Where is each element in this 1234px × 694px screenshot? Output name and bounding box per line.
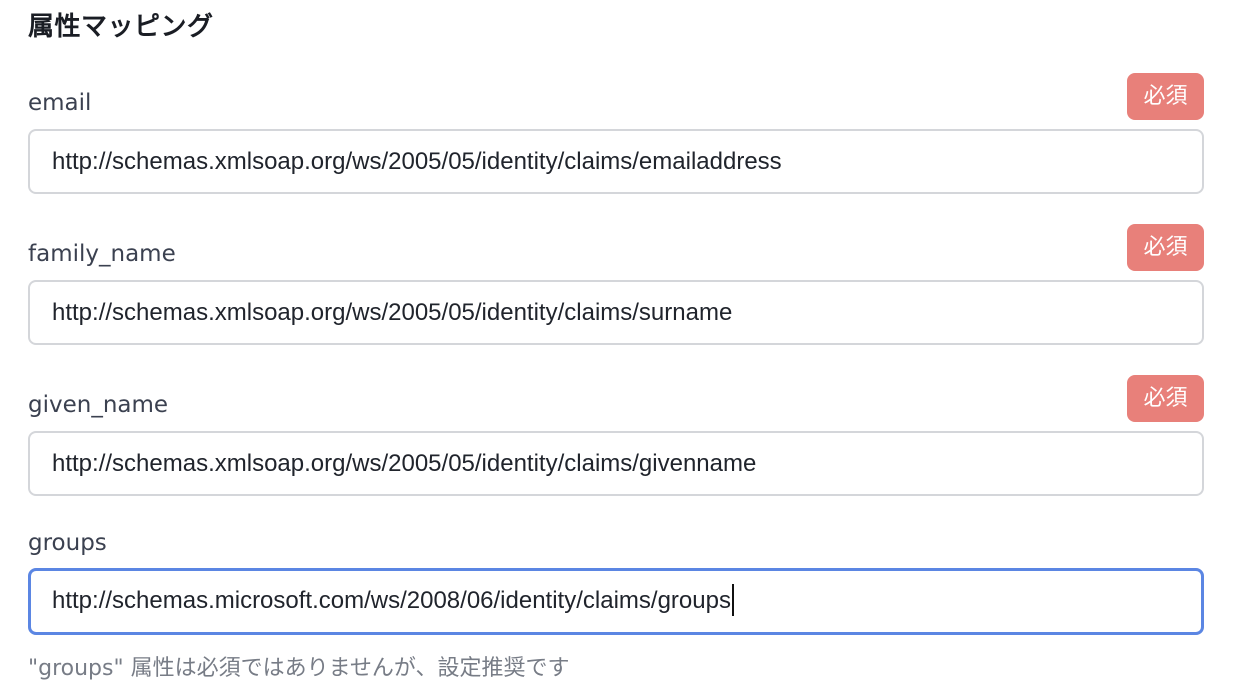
groups-help-text: "groups" 属性は必須ではありませんが、設定推奨です	[28, 656, 570, 681]
field-label-email: email	[28, 90, 92, 116]
required-badge-given-name: 必須	[1127, 375, 1204, 422]
family-name-mapping-input[interactable]: http://schemas.xmlsoap.org/ws/2005/05/id…	[28, 280, 1204, 345]
email-mapping-input[interactable]: http://schemas.xmlsoap.org/ws/2005/05/id…	[28, 129, 1204, 194]
section-title: 属性マッピング	[28, 12, 214, 42]
required-badge-family-name: 必須	[1127, 224, 1204, 271]
field-label-groups: groups	[28, 530, 107, 556]
field-label-given-name: given_name	[28, 392, 169, 418]
text-caret	[731, 583, 734, 616]
given-name-mapping-input[interactable]: http://schemas.xmlsoap.org/ws/2005/05/id…	[28, 431, 1204, 496]
groups-mapping-value: http://schemas.microsoft.com/ws/2008/06/…	[52, 587, 731, 614]
groups-mapping-input[interactable]: http://schemas.microsoft.com/ws/2008/06/…	[28, 568, 1204, 635]
field-label-family-name: family_name	[28, 241, 176, 267]
required-badge-email: 必須	[1127, 73, 1204, 120]
